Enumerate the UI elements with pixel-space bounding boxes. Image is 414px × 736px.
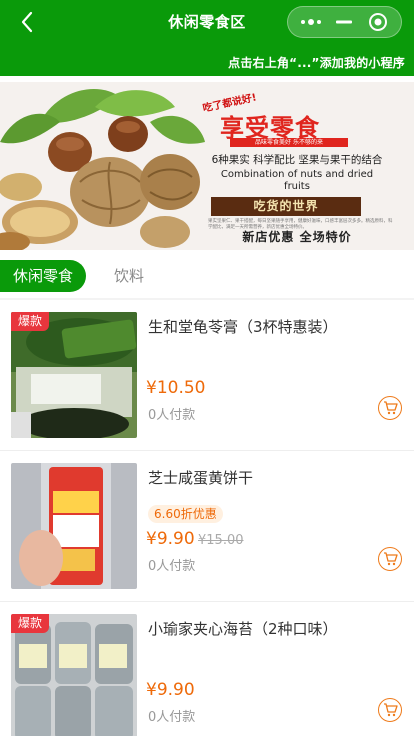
product-item[interactable]: 爆款 小瑜家夹心海苔（2种口味） ¥9.90 0人付款 <box>0 602 414 736</box>
more-button[interactable] <box>296 9 326 35</box>
product-item[interactable]: 爆款 生和堂龟苓膏（3杯特惠装） ¥10.50 0人付款 <box>0 300 414 451</box>
hot-badge: 爆款 <box>11 312 49 331</box>
promo-line-en-1: Combination of nuts and dried <box>220 169 374 180</box>
product-name[interactable]: 芝士咸蛋黄饼干 <box>148 467 398 488</box>
minus-icon <box>336 20 353 24</box>
promo-banner[interactable]: 吃了都说好! 享受零食 品味零食美好 乐不够的来 6种果实 科学配比 坚果与果干… <box>0 82 414 250</box>
add-to-cart-button[interactable] <box>378 547 402 571</box>
product-price: ¥9.90 <box>146 529 195 549</box>
page: 休闲零食区 点击右上角“...”添加我的小程序 吃了都说好! 享受零食 品味零食… <box>0 0 414 736</box>
promo-line-cn: 6种果实 科学配比 坚果与果干的结合 <box>211 154 383 166</box>
promo-box-text: 吃货的世界 <box>211 197 361 216</box>
close-miniprogram-button[interactable] <box>363 9 393 35</box>
more-dots-icon <box>300 19 321 25</box>
product-name[interactable]: 小瑜家夹心海苔（2种口味） <box>148 618 398 639</box>
paid-count: 0人付款 <box>148 559 196 574</box>
category-tabs: 休闲零食 饮料 <box>0 256 414 298</box>
product-item[interactable]: 芝士咸蛋黄饼干 6.60折优惠 ¥9.90 ¥15.00 0人付款 <box>0 451 414 602</box>
promo-sale-text: 新店优惠 全场特价 <box>242 230 352 244</box>
promo-text-block: 吃了都说好! 享受零食 品味零食美好 乐不够的来 6种果实 科学配比 坚果与果干… <box>180 92 414 248</box>
paid-count: 0人付款 <box>148 408 196 423</box>
nav-bar: 休闲零食区 <box>0 0 414 44</box>
promo-line-en-2: fruits <box>284 181 310 192</box>
promo-subtitle: 品味零食美好 乐不够的来 <box>230 138 348 147</box>
product-name[interactable]: 生和堂龟苓膏（3杯特惠装） <box>148 316 398 337</box>
target-circle-icon <box>369 13 388 31</box>
minimize-button[interactable] <box>329 9 359 35</box>
header-bar: 休闲零食区 点击右上角“...”添加我的小程序 <box>0 0 414 76</box>
add-to-cart-button[interactable] <box>378 698 402 722</box>
cart-icon <box>383 703 398 717</box>
product-image[interactable] <box>11 463 137 589</box>
product-price: ¥10.50 <box>146 378 206 398</box>
tab-drinks[interactable]: 饮料 <box>100 260 158 292</box>
discount-tag: 6.60折优惠 <box>148 505 223 523</box>
paid-count: 0人付款 <box>148 710 196 725</box>
cart-icon <box>383 401 398 415</box>
product-photo-biscuit <box>11 463 137 589</box>
product-image[interactable]: 爆款 <box>11 312 137 438</box>
tab-snacks[interactable]: 休闲零食 <box>0 260 86 292</box>
add-to-cart-button[interactable] <box>378 396 402 420</box>
nuts-illustration <box>0 89 205 250</box>
cart-icon <box>383 552 398 566</box>
hot-badge: 爆款 <box>11 614 49 633</box>
capsule-menu <box>287 6 402 38</box>
add-miniprogram-hint: 点击右上角“...”添加我的小程序 <box>228 56 405 70</box>
original-price: ¥15.00 <box>198 533 244 548</box>
product-image[interactable]: 爆款 <box>11 614 137 736</box>
product-price: ¥9.90 <box>146 680 195 700</box>
